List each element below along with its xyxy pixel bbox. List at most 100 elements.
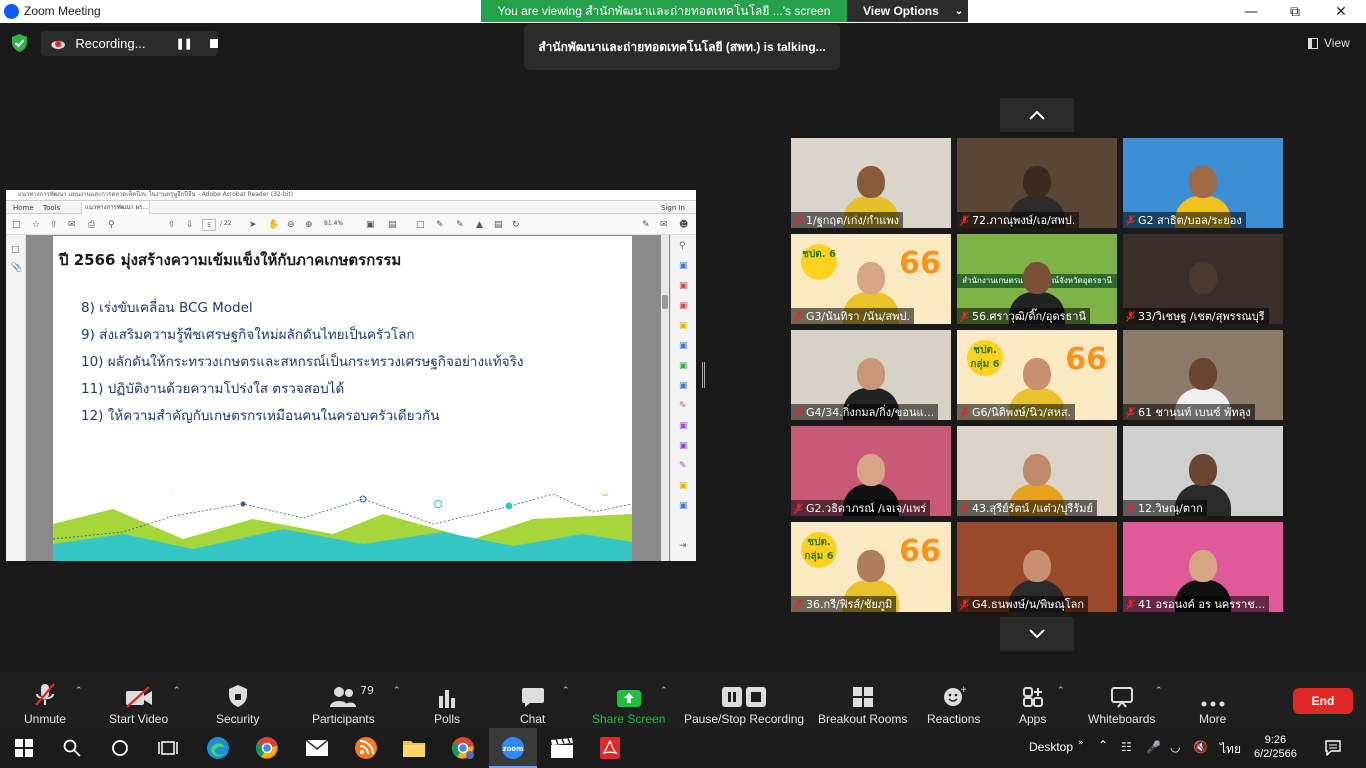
participant-video-tile[interactable]: 1/ฐกฤต/เก่ง/กำแพง [791, 138, 951, 228]
sign-pen-icon[interactable]: ✎ [642, 220, 650, 230]
zoom-search-icon[interactable]: ⚲ [108, 220, 115, 230]
gallery-prev-button[interactable] [1000, 98, 1074, 132]
acrobat-home-menu[interactable]: Home [13, 202, 34, 214]
collapse-panel-icon[interactable]: ⇥ [679, 541, 687, 551]
input-language[interactable]: ไทย [1220, 740, 1241, 759]
pause-stop-recording-button[interactable]: Pause/Stop Recording [684, 682, 804, 726]
maximize-button[interactable]: ⧉ [1272, 0, 1318, 23]
rss-app-icon[interactable] [354, 736, 378, 760]
pen-icon[interactable]: ✎ [436, 220, 444, 230]
participant-video-tile[interactable]: 41 อรอนงค์ อร นครราช... [1123, 522, 1283, 612]
participant-video-tile[interactable]: 33/วิเชษฐ /เชต/สุพรรณบุรี [1123, 234, 1283, 324]
tray-expand-icon[interactable]: ⌃ [1098, 738, 1108, 752]
mail-icon[interactable]: ✉ [660, 220, 668, 230]
whiteboards-options-caret[interactable]: ⌃ [1155, 686, 1163, 696]
comment-panel-icon[interactable]: ▣ [679, 321, 688, 331]
export-pdf-icon[interactable]: ▣ [679, 261, 688, 271]
participant-video-tile[interactable]: 43.สุรีย์รัตน์ /แต๋ว/บุรีรัมย์ [957, 426, 1117, 516]
hand-tool-icon[interactable]: ✋ [268, 220, 279, 230]
file-explorer-icon[interactable] [402, 736, 426, 760]
stamp-panel-icon[interactable]: ▣ [679, 481, 688, 491]
task-view-icon[interactable] [156, 736, 180, 760]
select-cursor-icon[interactable]: ➤ [249, 220, 257, 230]
cortana-icon[interactable] [108, 736, 132, 760]
shared-screen[interactable]: แนวทางการพัฒนา แผนงานและการตลาดเห็ดปีงบ … [6, 190, 696, 561]
stop-recording-icon[interactable] [209, 39, 218, 48]
account-icon[interactable]: ☻ [679, 220, 688, 230]
page-number-field[interactable]: 5 [202, 219, 216, 231]
participants-options-caret[interactable]: ⌃ [393, 686, 401, 696]
participant-video-tile[interactable]: ชปต. กลุ่ม 6 66 G6/นิติพงษ์/นิว/สหส. [957, 330, 1117, 420]
windows-start-icon[interactable] [12, 736, 36, 760]
participant-video-tile[interactable]: G4/34.กิ่งกมล/กิ่ง/ขอนแ... [791, 330, 951, 420]
polls-button[interactable]: Polls [434, 682, 460, 726]
share-screen-button[interactable]: Share Screen [592, 682, 665, 726]
more-tools-icon[interactable]: ▣ [679, 501, 688, 511]
whiteboards-button[interactable]: Whiteboards [1088, 682, 1155, 726]
reactions-button[interactable]: + Reactions [927, 682, 980, 726]
upload-icon[interactable]: ⇧ [50, 220, 58, 230]
scroll-mode-icon[interactable]: ▤ [388, 220, 397, 230]
document-scrollbar[interactable] [661, 235, 669, 561]
end-meeting-button[interactable]: End [1293, 688, 1353, 714]
apps-options-caret[interactable]: ⌃ [1057, 686, 1065, 696]
participant-video-tile[interactable]: G2.วธิดาภรณ์ /เจเจ/แพร่ [791, 426, 951, 516]
create-pdf-icon[interactable]: ▣ [679, 281, 688, 291]
audio-options-caret[interactable]: ⌃ [75, 686, 83, 696]
mail-icon[interactable] [305, 736, 329, 760]
email-icon[interactable]: ✉ [68, 220, 76, 230]
participant-video-tile[interactable]: 61 ชานนท์ เบนซ์ พัทลุง [1123, 330, 1283, 420]
highlight-icon[interactable]: ✎ [456, 220, 464, 230]
taskbar-clock[interactable]: 9:26 6/2/2566 [1254, 733, 1297, 761]
participant-video-tile[interactable]: 72.ภาณุพงษ์/เอ/สพป. [957, 138, 1117, 228]
draw-icon[interactable]: ✎ [679, 461, 687, 471]
participant-video-tile[interactable]: 12.วิษณุ/ตาก [1123, 426, 1283, 516]
breakout-rooms-button[interactable]: Breakout Rooms [818, 682, 907, 726]
chat-button[interactable]: Chat [520, 682, 545, 726]
more-button[interactable]: More [1199, 682, 1226, 726]
combine-icon[interactable]: ▣ [679, 341, 688, 351]
create-icon[interactable]: □ [12, 220, 21, 230]
print-icon[interactable]: ⎙ [88, 220, 95, 230]
chrome-profile-icon[interactable] [451, 736, 475, 760]
notifications-icon[interactable] [1325, 740, 1341, 759]
attachment-icon[interactable]: 📎 [11, 263, 22, 273]
clapperboard-icon[interactable] [550, 736, 574, 760]
acrobat-document-tab[interactable]: แนวทางการพัฒนา ผร... [81, 202, 150, 214]
page-up-icon[interactable]: ⇧ [168, 220, 176, 230]
panel-splitter[interactable] [702, 362, 705, 388]
search-icon[interactable]: ⚲ [679, 241, 686, 251]
star-icon[interactable]: ☆ [32, 220, 40, 230]
participant-video-tile[interactable]: สำนักงานเกษตรและสหกรณ์จังหวัดอุดรธานี56.… [957, 234, 1117, 324]
chrome-icon[interactable] [255, 736, 279, 760]
protect-icon[interactable]: ▣ [679, 421, 688, 431]
desktop-toolbar-label[interactable]: Desktop [1029, 740, 1073, 754]
pages-icon[interactable]: □ [11, 245, 20, 255]
unmute-button[interactable]: Unmute [24, 682, 66, 726]
organize-icon[interactable]: ▣ [679, 361, 688, 371]
chevron-right-double-icon[interactable]: » [1078, 738, 1084, 748]
send-icon[interactable]: ▣ [679, 441, 688, 451]
participant-video-tile[interactable]: ชปต. 6 66 G3/นันทิรา /นัน/สพป. [791, 234, 951, 324]
pdf-reader-icon[interactable] [598, 736, 622, 760]
comment-icon[interactable]: □ [416, 220, 425, 230]
pause-recording-icon[interactable]: ❚❚ [175, 37, 192, 50]
participant-video-tile[interactable]: ชปต. กลุ่ม 6 66 36.กรี/ฟิรส์/ชัยภูมิ [791, 522, 951, 612]
participant-video-tile[interactable]: G2 สาธิต/บอล/ระยอง [1123, 138, 1283, 228]
zoom-out-icon[interactable]: ⊖ [287, 220, 295, 230]
view-options-button[interactable]: View Options ⌄ [847, 0, 968, 22]
video-options-caret[interactable]: ⌃ [173, 686, 181, 696]
trash-icon[interactable]: ▤ [494, 220, 503, 230]
acrobat-sign-in[interactable]: Sign In [661, 202, 685, 214]
edit-pdf-icon[interactable]: ▣ [679, 301, 688, 311]
recording-indicator[interactable]: Recording... ❚❚ [41, 31, 218, 56]
scan-icon[interactable]: ▣ [679, 381, 688, 391]
shield-check-icon[interactable] [11, 34, 28, 52]
share-options-caret[interactable]: ⌃ [660, 686, 668, 696]
network-device-icon[interactable]: ☷ [1121, 740, 1132, 754]
fit-page-icon[interactable]: ▣ [366, 220, 375, 230]
close-button[interactable]: ✕ [1318, 0, 1364, 23]
volume-muted-icon[interactable]: 🔇 [1193, 740, 1208, 754]
zoom-in-icon[interactable]: ⊕ [305, 220, 313, 230]
participant-video-tile[interactable]: G4.ธนพงษ์/น/พิษณุโลก [957, 522, 1117, 612]
